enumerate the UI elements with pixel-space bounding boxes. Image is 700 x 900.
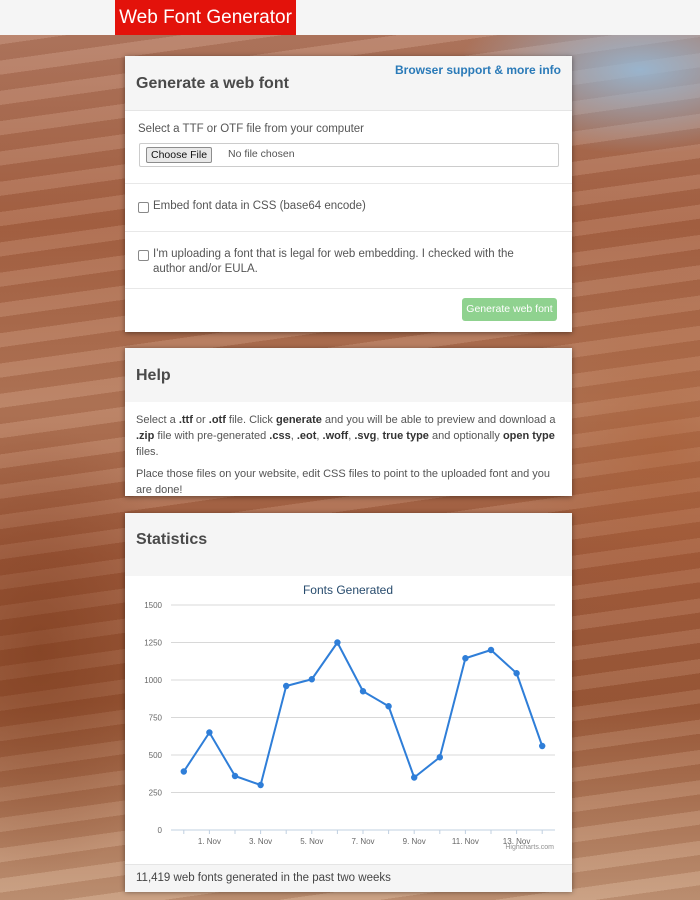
help-text: file with pre-generated bbox=[154, 430, 270, 442]
x-tick-label: 9. Nov bbox=[403, 837, 426, 846]
statistics-panel-header: Statistics bbox=[125, 513, 572, 576]
help-paragraph-1: Select a .ttf or .otf file. Click genera… bbox=[136, 412, 561, 460]
y-tick-label: 750 bbox=[149, 714, 163, 723]
data-point[interactable] bbox=[359, 688, 367, 695]
statistics-panel-title: Statistics bbox=[136, 531, 208, 548]
statistics-panel: Statistics Fonts Generated Highcharts.co… bbox=[125, 513, 572, 892]
help-panel-header: Help bbox=[125, 348, 572, 402]
generate-web-font-button[interactable]: Generate web font bbox=[462, 298, 557, 321]
y-tick-label: 250 bbox=[149, 789, 163, 798]
file-select-row: Select a TTF or OTF file from your compu… bbox=[125, 111, 572, 184]
help-keyword: .eot bbox=[296, 430, 317, 442]
help-keyword: .zip bbox=[136, 430, 155, 442]
data-point[interactable] bbox=[180, 768, 187, 775]
file-input[interactable]: Choose File No file chosen bbox=[139, 143, 559, 167]
data-point[interactable] bbox=[411, 774, 418, 781]
fonts-generated-chart: Fonts Generated Highcharts.com 025050075… bbox=[144, 583, 555, 851]
help-text: and optionally bbox=[428, 430, 503, 442]
data-point[interactable] bbox=[231, 772, 239, 780]
data-point[interactable] bbox=[334, 639, 341, 646]
generate-panel: Generate a web font Browser support & mo… bbox=[125, 56, 572, 332]
embed-label[interactable]: Embed font data in CSS (base64 encode) bbox=[153, 199, 366, 214]
generate-panel-title: Generate a web font bbox=[136, 75, 289, 92]
help-text: or bbox=[192, 414, 209, 426]
help-panel-title: Help bbox=[136, 367, 171, 384]
legal-checkbox[interactable] bbox=[138, 250, 149, 261]
data-point[interactable] bbox=[462, 655, 469, 662]
statistics-footer: 11,419 web fonts generated in the past t… bbox=[125, 864, 572, 892]
choose-file-button[interactable]: Choose File bbox=[146, 147, 213, 163]
embed-row: Embed font data in CSS (base64 encode) bbox=[125, 184, 572, 232]
chart-container: Fonts Generated Highcharts.com 0 250 500 75… bbox=[136, 577, 561, 855]
top-navbar: Web Font Generator bbox=[0, 0, 700, 35]
help-text: files. bbox=[136, 446, 159, 458]
generate-panel-header: Generate a web font Browser support & mo… bbox=[125, 56, 572, 111]
data-point[interactable] bbox=[487, 646, 495, 654]
x-tick-label: 5. Nov bbox=[300, 837, 323, 846]
x-tick-label: 13. Nov bbox=[503, 837, 531, 846]
y-tick-label: 1250 bbox=[144, 639, 162, 648]
legal-label[interactable]: I'm uploading a font that is legal for w… bbox=[153, 247, 548, 277]
data-point[interactable] bbox=[539, 742, 546, 750]
y-tick-label: 500 bbox=[149, 751, 163, 760]
help-text: and you will be able to preview and down… bbox=[321, 414, 556, 426]
data-point[interactable] bbox=[513, 670, 520, 677]
help-panel: Help Select a .ttf or .otf file. Click g… bbox=[125, 348, 572, 496]
help-keyword: .ttf bbox=[178, 414, 193, 426]
x-tick-label: 3. Nov bbox=[249, 837, 272, 846]
y-tick-label: 1500 bbox=[144, 601, 162, 610]
file-status-text: No file chosen bbox=[228, 148, 295, 160]
series-line bbox=[182, 641, 544, 786]
data-point[interactable] bbox=[308, 676, 315, 683]
help-keyword: open type bbox=[502, 430, 555, 442]
y-tick-label: 0 bbox=[158, 826, 163, 835]
legal-row: I'm uploading a font that is legal for w… bbox=[125, 232, 572, 289]
help-text: file. Click bbox=[225, 414, 276, 426]
data-point[interactable] bbox=[436, 754, 443, 761]
help-text: Select a bbox=[136, 414, 179, 426]
data-point[interactable] bbox=[257, 781, 264, 789]
brand-logo[interactable]: Web Font Generator bbox=[115, 0, 296, 35]
help-keyword: .css bbox=[269, 430, 291, 442]
fonts-count-text: 11,419 web fonts generated in the past t… bbox=[136, 872, 391, 884]
data-point[interactable] bbox=[283, 682, 290, 690]
x-tick-label: 1. Nov bbox=[198, 837, 221, 846]
help-keyword: .woff bbox=[322, 430, 349, 442]
help-keyword: .otf bbox=[208, 414, 226, 426]
help-keyword: .svg bbox=[354, 430, 377, 442]
y-tick-label: 1000 bbox=[144, 676, 162, 685]
data-point[interactable] bbox=[385, 703, 392, 710]
help-body: Select a .ttf or .otf file. Click genera… bbox=[136, 412, 561, 504]
x-tick-label: 7. Nov bbox=[351, 837, 374, 846]
data-point[interactable] bbox=[206, 729, 213, 736]
chart-title: Fonts Generated bbox=[303, 583, 393, 597]
help-keyword: true type bbox=[382, 430, 429, 442]
help-paragraph-2: Place those files on your website, edit … bbox=[136, 468, 550, 496]
embed-checkbox[interactable] bbox=[138, 202, 149, 213]
help-keyword: generate bbox=[276, 414, 322, 426]
file-select-label: Select a TTF or OTF file from your compu… bbox=[138, 123, 365, 135]
browser-support-link[interactable]: Browser support & more info bbox=[395, 63, 561, 77]
x-tick-label: 11. Nov bbox=[452, 837, 479, 846]
